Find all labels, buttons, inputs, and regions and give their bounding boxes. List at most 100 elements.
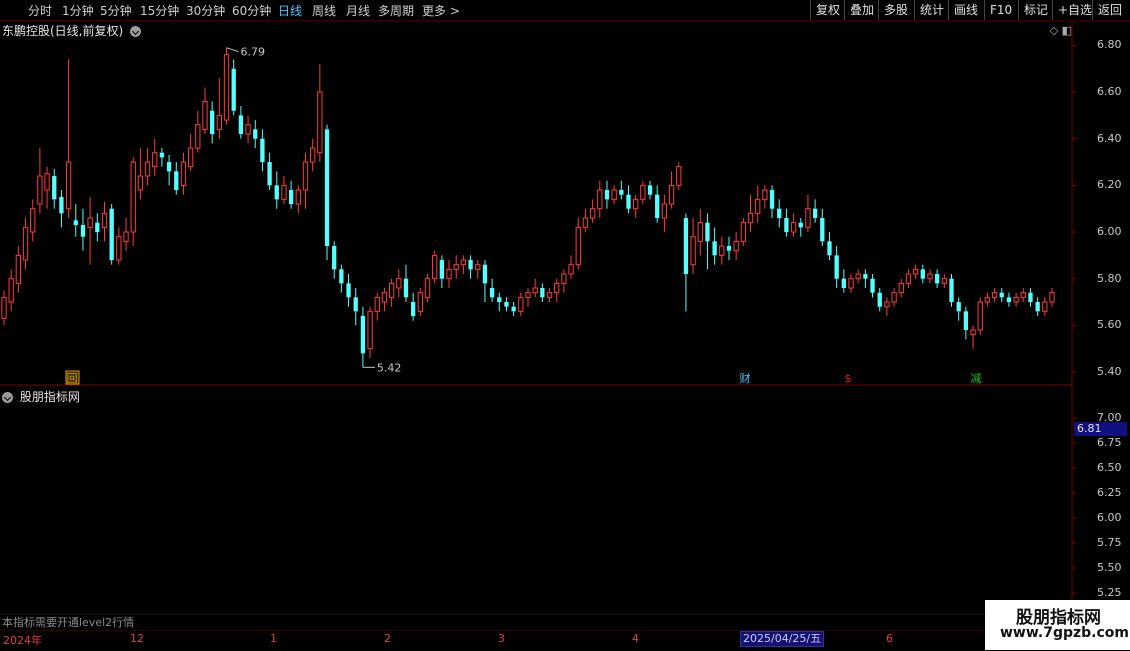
candle-body-down <box>339 269 344 284</box>
candle-body-down <box>288 190 294 205</box>
candle-body-down <box>260 138 265 163</box>
candle-body-down <box>712 241 717 256</box>
candle-body-down <box>777 208 782 219</box>
candle-body-up <box>582 217 589 228</box>
candle-body-down <box>231 68 236 111</box>
candle-body-up <box>8 278 14 303</box>
candlestick-chart[interactable]: 6.79 5.42 回 财 $ 减 <box>0 0 1130 650</box>
candle-body-down <box>174 171 179 191</box>
indicator-tick-label: 5.75 <box>1097 536 1122 549</box>
indicator-tick-label: 6.00 <box>1097 511 1122 524</box>
candle-body-up <box>891 292 897 303</box>
candle-body-up <box>317 91 323 154</box>
price-tick-label: 5.60 <box>1097 318 1122 332</box>
date-tick-label: 4 <box>632 632 639 645</box>
candle-body-down <box>626 194 631 209</box>
high-annotation: 6.79 <box>241 46 266 59</box>
candle-body-up <box>374 296 380 312</box>
candle-body-down <box>346 283 351 298</box>
candle-body-up <box>180 161 187 186</box>
candle-body-down <box>410 302 416 317</box>
candle-body-down <box>1006 297 1012 303</box>
candle-body-up <box>991 292 998 298</box>
candle-body-up <box>295 189 301 205</box>
candle-body-up <box>640 184 646 200</box>
candle-body-up <box>884 301 890 308</box>
candle-body-down <box>253 129 258 139</box>
candle-body-down <box>798 222 803 228</box>
candle-body-up <box>1049 292 1055 303</box>
date-tick-label: 3 <box>498 632 505 645</box>
candle-body-up <box>984 296 991 303</box>
candle-body-up <box>446 268 452 280</box>
candle-body-down <box>482 264 488 284</box>
candle-body-down <box>439 260 445 279</box>
candle-body-up <box>855 273 861 280</box>
candle-body-up <box>144 161 151 177</box>
svg-text:$: $ <box>845 372 852 385</box>
event-marker-3[interactable]: 减 <box>970 371 983 385</box>
candle-body-down <box>504 302 509 307</box>
candle-body-down <box>956 302 961 312</box>
svg-text:回: 回 <box>67 372 78 385</box>
candle-body-up <box>740 222 746 242</box>
candle-body-up <box>453 264 459 270</box>
indicator-menu-icon[interactable] <box>2 392 13 403</box>
price-tick-label: 6.60 <box>1097 85 1122 99</box>
candle-body-up <box>30 208 36 233</box>
candle-body-up <box>905 273 912 284</box>
candle-body-up <box>668 184 675 205</box>
candle-body-up <box>690 236 696 266</box>
candle-body-down <box>73 220 78 226</box>
candle-body-down <box>655 194 660 219</box>
svg-text:财: 财 <box>740 371 751 385</box>
event-marker-1[interactable]: 财 <box>739 371 752 385</box>
event-marker-0[interactable]: 回 <box>65 370 80 385</box>
candle-body-down <box>834 255 839 279</box>
candle-body-up <box>15 254 22 284</box>
candle-body-down <box>1035 302 1040 312</box>
date-tick-label: 6 <box>886 632 893 645</box>
candle-body-up <box>245 124 251 135</box>
candle-body-up <box>546 292 553 298</box>
candle-body-up <box>130 161 136 233</box>
event-marker-2[interactable]: $ <box>842 371 855 385</box>
candle-body-up <box>611 189 617 200</box>
candle-body-down <box>812 208 818 219</box>
candle-body-down <box>489 288 495 298</box>
candle-body-up <box>302 161 309 191</box>
candle-body-down <box>705 222 710 242</box>
indicator-name: 股朋指标网 <box>19 390 80 404</box>
candle-body-up <box>417 292 423 312</box>
candle-body-down <box>619 190 624 195</box>
candle-body-up <box>912 268 919 275</box>
candle-body-down <box>52 176 57 200</box>
candle-body-down <box>827 241 832 256</box>
indicator-tick-label: 5.50 <box>1097 561 1122 574</box>
candle-body-up <box>101 212 108 228</box>
candle-body-down <box>497 297 502 303</box>
candle-body-up <box>518 296 524 312</box>
candle-body-up <box>460 259 467 266</box>
candle-body-up <box>152 152 158 168</box>
candle-body-up <box>37 175 43 205</box>
candle-body-down <box>683 218 689 275</box>
selected-date: 2025/04/25/五 <box>740 631 825 647</box>
indicator-title[interactable]: 股朋指标网 <box>2 388 80 405</box>
candle-body-down <box>353 297 358 312</box>
candle-body-down <box>210 110 215 135</box>
candle-body-up <box>661 203 668 219</box>
candle-body-up <box>87 217 93 228</box>
candle-body-down <box>784 218 789 233</box>
price-tick-label: 5.40 <box>1097 365 1122 378</box>
candle-body-up <box>747 212 754 224</box>
candle-body-up <box>216 114 222 130</box>
candle-body-up <box>123 231 129 242</box>
candle-body-up <box>633 198 639 210</box>
candle-body-down <box>963 311 969 331</box>
candle-body-up <box>676 166 682 186</box>
candle-body-up <box>805 208 811 228</box>
indicator-tick-label: 6.50 <box>1097 461 1122 474</box>
candle-body-up <box>223 54 230 121</box>
price-tick-label: 6.00 <box>1097 225 1122 239</box>
